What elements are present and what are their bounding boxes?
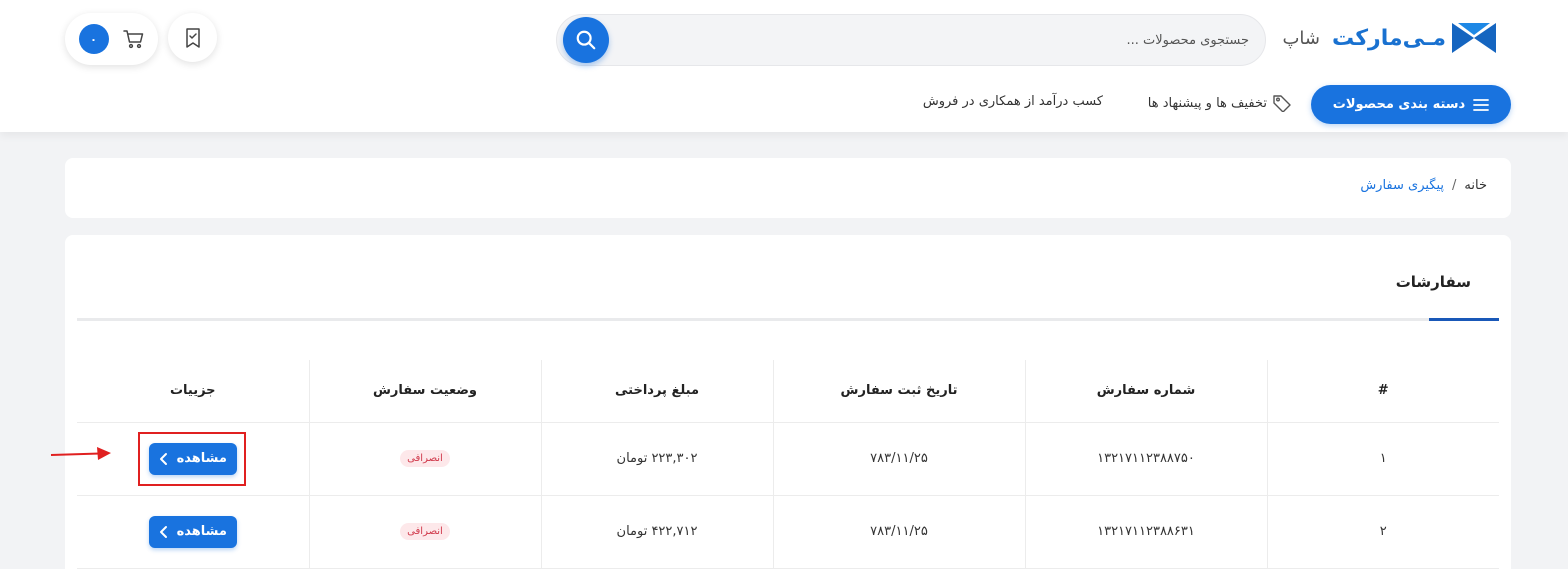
row-amount: ۴۲۲,۷۱۲ تومان (540, 495, 774, 569)
table-header-row: # شماره سفارش تاریخ ثبت سفارش مبلغ پرداخ… (77, 360, 1499, 423)
column-header-index: # (1266, 360, 1499, 423)
nav-affiliate-label: کسب درآمد از همکاری در فروش (922, 94, 1103, 109)
view-order-label: مشاهده (176, 524, 227, 539)
site-header: مـی‌مارکت شاپ ۰ دسته بندی محصولات (0, 0, 1568, 132)
cart-button[interactable]: ۰ (65, 13, 158, 65)
table-row: ۲ ۱۳۲۱۷۱۱۲۳۸۸۶۳۱ ۷۸۳/۱۱/۲۵ ۴۲۲,۷۱۲ تومان… (77, 495, 1499, 569)
table-row: ۱ ۱۳۲۱۷۱۱۲۳۸۸۷۵۰ ۷۸۳/۱۱/۲۵ ۲۲۳,۳۰۲ تومان… (77, 422, 1499, 496)
row-status-cell: انصرافی (308, 495, 542, 569)
logo-mark-icon (1452, 23, 1496, 53)
search-input[interactable] (649, 15, 1249, 65)
menu-icon (1473, 98, 1490, 111)
nav-discounts-label: تخفیف ها و پیشنهاد ها (1147, 95, 1267, 111)
logo-sub: شاپ (1282, 27, 1320, 49)
bookmark-button[interactable] (168, 13, 217, 62)
row-status-cell: انصرافی (308, 422, 542, 496)
nav-affiliate[interactable]: کسب درآمد از همکاری در فروش (923, 94, 1103, 109)
category-button-label: دسته بندی محصولات (1332, 97, 1466, 112)
column-header-details: جزییات (77, 360, 310, 423)
category-button[interactable]: دسته بندی محصولات (1311, 85, 1511, 124)
tab-divider (77, 318, 1499, 321)
annotation-highlight-box (138, 432, 246, 486)
logo-text: مـی‌مارکت (1331, 25, 1446, 51)
chevron-left-icon (159, 525, 167, 538)
arrow-right-icon (50, 447, 111, 460)
status-badge: انصرافی (400, 450, 450, 467)
cart-icon (122, 30, 143, 49)
row-order-number: ۱۳۲۱۷۱۱۲۳۸۸۷۵۰ (1024, 422, 1268, 496)
orders-card: سفارشات # شماره سفارش تاریخ ثبت سفارش مب… (65, 235, 1511, 569)
bookmark-icon (185, 27, 200, 48)
breadcrumb: خانه / پیگیری سفارش (1360, 178, 1487, 193)
column-header-order-number: شماره سفارش (1024, 360, 1268, 423)
row-details-cell: مشاهده (77, 495, 310, 569)
row-date: ۷۸۳/۱۱/۲۵ (772, 495, 1026, 569)
search-button[interactable] (563, 17, 609, 63)
breadcrumb-separator: / (1452, 178, 1457, 193)
orders-tab-title[interactable]: سفارشات (1396, 273, 1471, 291)
nav-discounts[interactable]: تخفیف ها و پیشنهاد ها (1148, 94, 1291, 112)
orders-table: # شماره سفارش تاریخ ثبت سفارش مبلغ پرداخ… (77, 360, 1499, 569)
site-logo[interactable]: مـی‌مارکت شاپ (1282, 20, 1496, 56)
row-index: ۱ (1266, 422, 1499, 496)
view-order-button[interactable]: مشاهده (148, 515, 237, 548)
breadcrumb-home[interactable]: خانه (1464, 178, 1487, 193)
active-tab-indicator (1429, 318, 1499, 321)
column-header-status: وضعیت سفارش (308, 360, 542, 423)
search-bar (556, 14, 1266, 66)
breadcrumb-card: خانه / پیگیری سفارش (65, 158, 1511, 218)
row-amount: ۲۲۳,۳۰۲ تومان (540, 422, 774, 496)
status-badge: انصرافی (400, 523, 450, 540)
cart-count-badge: ۰ (78, 24, 109, 54)
column-header-amount: مبلغ پرداختی (540, 360, 774, 423)
row-order-number: ۱۳۲۱۷۱۱۲۳۸۸۶۳۱ (1024, 495, 1268, 569)
column-header-date: تاریخ ثبت سفارش (772, 360, 1026, 423)
search-icon (576, 30, 596, 50)
row-date: ۷۸۳/۱۱/۲۵ (772, 422, 1026, 496)
row-index: ۲ (1266, 495, 1499, 569)
breadcrumb-current[interactable]: پیگیری سفارش (1360, 178, 1444, 193)
tag-icon (1273, 95, 1291, 112)
